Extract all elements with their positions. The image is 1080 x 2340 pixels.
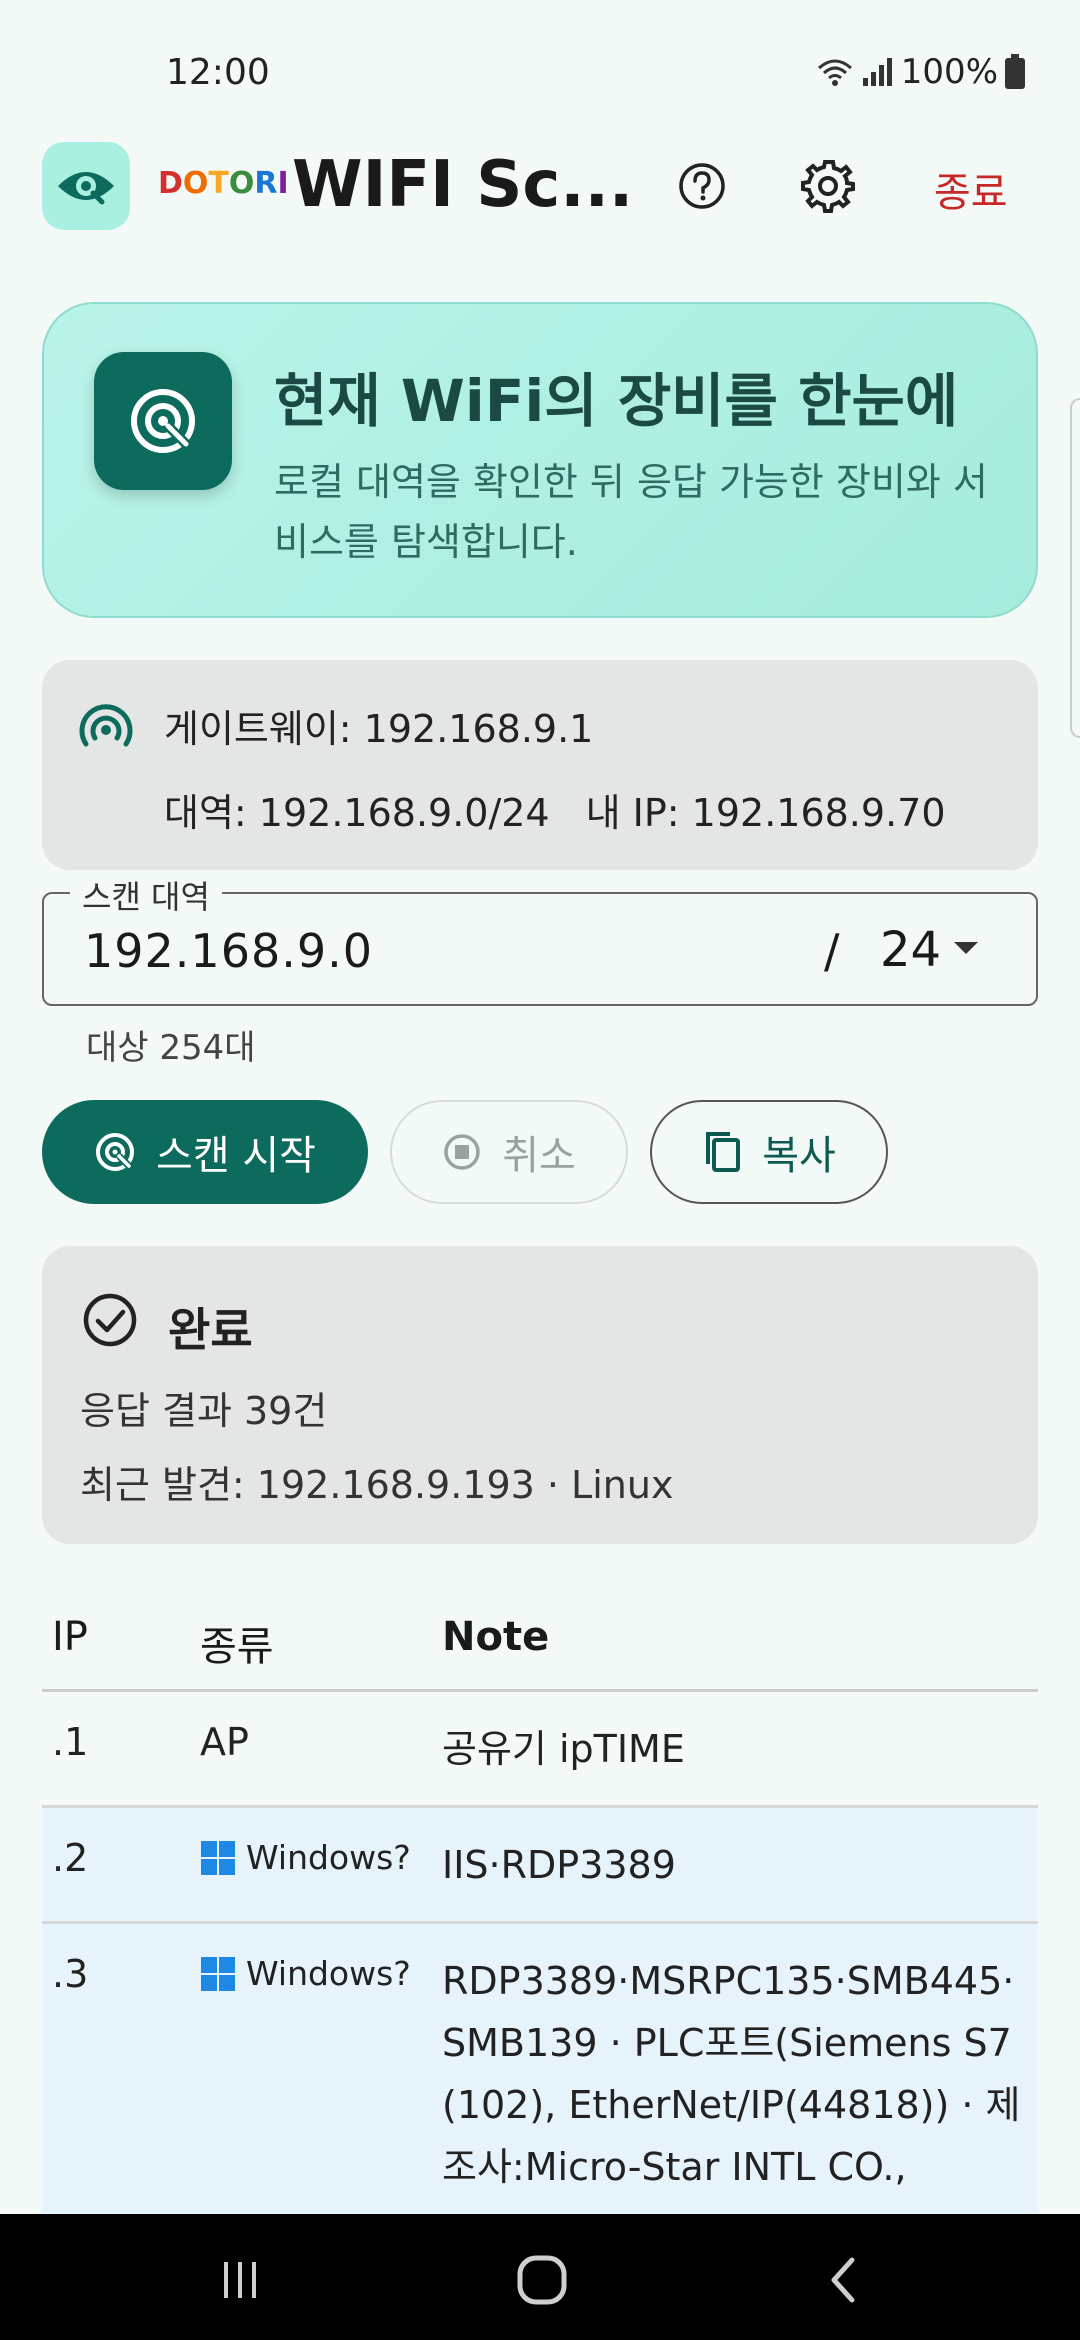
cell-kind: Windows? — [200, 1954, 411, 1993]
hero-description: 로컬 대역을 확인한 뒤 응답 가능한 장비와 서비스를 탐색합니다. — [274, 460, 988, 564]
cell-ip: .2 — [52, 1836, 89, 1880]
eye-search-icon — [58, 172, 114, 205]
brand-letter: T — [208, 166, 229, 201]
cell-note: 공유기 ipTIME — [442, 1727, 685, 1771]
system-nav-bar — [0, 2214, 1080, 2340]
table-header: IP 종류 Note — [42, 1594, 1038, 1692]
cancel-label: 취소 — [502, 1133, 576, 1179]
cell-note: IIS·RDP3389 — [442, 1843, 676, 1887]
column-header-kind[interactable]: 종류 — [200, 1614, 274, 1672]
status-time: 12:00 — [166, 52, 270, 93]
home-button[interactable] — [512, 2250, 572, 2310]
broadcast-icon — [79, 704, 133, 747]
cell-note: RDP3389·MSRPC135·SMB445·SMB139 · PLC포트(S… — [442, 1959, 1021, 2189]
brand-wordmark: DOTORI — [158, 166, 289, 201]
windows-icon — [201, 1840, 235, 1875]
side-handle[interactable] — [1070, 398, 1080, 738]
copy-button[interactable]: 복사 — [650, 1100, 888, 1204]
windows-icon — [201, 1956, 235, 1991]
check-circle-icon — [83, 1293, 137, 1347]
status-bar: 12:00 100% — [0, 0, 1080, 130]
my-ip-text: 내 IP: 192.168.9.70 — [585, 791, 946, 835]
cell-kind: AP — [200, 1720, 249, 1764]
app-logo — [42, 142, 130, 230]
radar-icon — [96, 1133, 135, 1171]
scan-range-label: 스캔 대역 — [70, 872, 222, 918]
copy-icon — [706, 1132, 741, 1172]
home-icon — [517, 2255, 567, 2305]
kind-label: Windows? — [246, 1838, 411, 1877]
hero-title: 현재 WiFi의 장비를 한눈에 — [274, 367, 959, 435]
scan-start-label: 스캔 시작 — [156, 1133, 316, 1179]
results-table: IP 종류 Note .1 AP 공유기 ipTIME .2 Windows? … — [42, 1594, 1038, 2224]
target-count: 대상 254대 — [86, 1028, 256, 1068]
table-row[interactable]: .1 AP 공유기 ipTIME — [42, 1692, 1038, 1808]
result-count: 응답 결과 39건 — [80, 1389, 328, 1433]
status-title: 완료 — [168, 1303, 253, 1357]
wifi-icon — [817, 59, 852, 86]
cancel-button[interactable]: 취소 — [390, 1100, 628, 1204]
cell-ip: .3 — [52, 1952, 89, 1996]
hero-card: 현재 WiFi의 장비를 한눈에 로컬 대역을 확인한 뒤 응답 가능한 장비와… — [42, 302, 1038, 618]
cell-kind: Windows? — [200, 1838, 411, 1877]
radar-icon — [94, 352, 232, 490]
brand-letter: O — [182, 166, 209, 201]
help-button[interactable] — [672, 156, 732, 216]
scan-range-field[interactable]: 스캔 대역 192.168.9.0 / 24 — [42, 872, 1038, 1006]
gateway-text: 게이트웨이: 192.168.9.1 — [164, 707, 594, 751]
network-info-card: 게이트웨이: 192.168.9.1 대역: 192.168.9.0/24 내 I… — [42, 660, 1038, 870]
cell-ip: .1 — [52, 1720, 89, 1764]
app-bar: DOTORI WIFI Sc... 종료 — [0, 130, 1080, 242]
stop-icon — [444, 1134, 480, 1170]
signal-icon — [862, 58, 892, 86]
dropdown-arrow-icon[interactable] — [952, 938, 980, 958]
status-indicators: 100% — [815, 52, 1026, 92]
scan-range-input[interactable]: 192.168.9.0 — [84, 924, 373, 978]
column-header-ip[interactable]: IP — [52, 1614, 88, 1660]
copy-label: 복사 — [762, 1133, 836, 1179]
recents-button[interactable] — [210, 2250, 270, 2310]
kind-label: Windows? — [246, 1954, 411, 1993]
table-row[interactable]: .3 Windows? RDP3389·MSRPC135·SMB445·SMB1… — [42, 1924, 1038, 2224]
scan-start-button[interactable]: 스캔 시작 — [42, 1100, 368, 1204]
prefix-select[interactable]: 24 — [880, 922, 941, 978]
column-header-note[interactable]: Note — [442, 1614, 549, 1660]
recent-found: 최근 발견: 192.168.9.193 · Linux — [80, 1463, 674, 1507]
exit-button[interactable]: 종료 — [934, 160, 1008, 218]
brand-letter: R — [254, 166, 278, 201]
brand-letter: D — [158, 166, 183, 201]
brand-letter: O — [228, 166, 255, 201]
range-slash: / — [824, 924, 840, 978]
recents-icon — [224, 2262, 256, 2298]
settings-button[interactable] — [796, 154, 860, 218]
table-row[interactable]: .2 Windows? IIS·RDP3389 — [42, 1808, 1038, 1924]
network-details: 대역: 192.168.9.0/24 내 IP: 192.168.9.70 — [164, 782, 946, 837]
brand-letter: I — [277, 166, 289, 201]
battery-percent: 100% — [900, 52, 998, 92]
app-title: WIFI Sc... — [292, 148, 634, 222]
subnet-text: 대역: 192.168.9.0/24 — [164, 791, 550, 835]
back-icon — [831, 2257, 855, 2303]
gear-icon — [801, 160, 855, 213]
help-icon — [679, 163, 725, 209]
battery-icon — [1005, 54, 1025, 89]
back-button[interactable] — [814, 2250, 874, 2310]
scan-status-card: 완료 응답 결과 39건 최근 발견: 192.168.9.193 · Linu… — [42, 1246, 1038, 1544]
kind-label: AP — [200, 1720, 249, 1764]
